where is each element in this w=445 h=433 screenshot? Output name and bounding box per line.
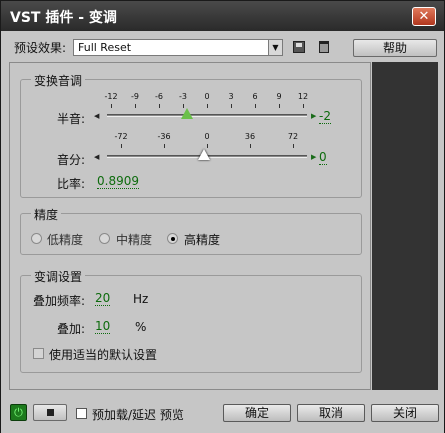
- power-toggle-button[interactable]: ⏻: [10, 404, 27, 421]
- precision-group: 精度 低精度 中精度 高精度: [20, 206, 362, 255]
- semitone-tick-label: 9: [276, 92, 282, 101]
- cents-tick-label: 36: [244, 132, 256, 141]
- semitone-tick-mark: [255, 104, 256, 108]
- power-icon: ⏻: [14, 406, 23, 419]
- splice-frequency-label: 叠加频率:: [33, 294, 86, 308]
- overlap-unit: %: [135, 320, 147, 334]
- semitone-tick-label: 0: [204, 92, 210, 101]
- pitch-settings-group-title: 变调设置: [31, 268, 86, 285]
- cents-tick-mark: [207, 144, 208, 148]
- cents-tick-label: -36: [157, 132, 171, 141]
- chevron-down-icon[interactable]: ▼: [268, 40, 282, 55]
- semitone-tick-label: 3: [228, 92, 234, 101]
- semitone-tick-label: -9: [131, 92, 139, 101]
- ratio-label: 比率:: [57, 177, 86, 191]
- ratio-value[interactable]: 0.8909: [97, 175, 139, 189]
- high-precision-radio[interactable]: [167, 233, 178, 244]
- semitone-tick-label: 6: [252, 92, 258, 101]
- use-default-settings-checkbox[interactable]: [33, 348, 44, 359]
- cents-tick-mark: [250, 144, 251, 148]
- window-title: VST 插件 - 变调: [10, 10, 117, 26]
- cents-tick-label: 72: [287, 132, 299, 141]
- semitone-tick-label: -12: [104, 92, 118, 101]
- close-window-button[interactable]: ✕: [412, 7, 436, 26]
- help-button[interactable]: 帮助: [353, 39, 437, 57]
- title-bar[interactable]: VST 插件 - 变调 ✕: [1, 1, 444, 31]
- vst-plugin-window: VST 插件 - 变调 ✕ 预设效果: Full Reset ▼ 帮助 变换音调…: [0, 0, 445, 433]
- overlap-value[interactable]: 10: [95, 320, 111, 334]
- high-precision-label: 高精度: [184, 233, 221, 247]
- preset-dropdown[interactable]: Full Reset ▼: [73, 39, 283, 56]
- delete-preset-icon[interactable]: [319, 41, 329, 53]
- cents-tick-mark: [164, 144, 165, 148]
- save-preset-icon[interactable]: [293, 41, 305, 53]
- bottom-bar: ⏻ 预加载/延迟 预览 确定 取消 关闭: [1, 399, 444, 433]
- semitone-tick-label: -6: [155, 92, 163, 101]
- pitch-shift-group-title: 变换音调: [31, 72, 86, 89]
- low-precision-label: 低精度: [47, 233, 84, 247]
- side-display-panel: [372, 62, 438, 390]
- stop-preview-button[interactable]: [33, 404, 67, 421]
- semitone-decrease-arrow[interactable]: ◀: [94, 112, 99, 120]
- cents-decrease-arrow[interactable]: ◀: [94, 153, 99, 161]
- splice-frequency-value[interactable]: 20: [95, 292, 111, 306]
- preset-value: Full Reset: [78, 41, 132, 54]
- cents-slider-thumb[interactable]: [198, 149, 210, 160]
- semitone-tick-mark: [111, 104, 112, 108]
- semitone-tick-label: 12: [297, 92, 309, 101]
- preset-toolbar: 预设效果: Full Reset ▼ 帮助: [1, 31, 444, 61]
- cents-tick-label: 0: [204, 132, 210, 141]
- close-button[interactable]: 关闭: [371, 404, 439, 422]
- use-default-settings-label: 使用适当的默认设置: [49, 348, 158, 362]
- semitone-tick-mark: [303, 104, 304, 108]
- splice-frequency-unit: Hz: [133, 292, 149, 306]
- semitone-tick-label: -3: [179, 92, 187, 101]
- cancel-button[interactable]: 取消: [297, 404, 365, 422]
- cents-increase-arrow[interactable]: ▶: [311, 153, 316, 161]
- semitone-label: 半音:: [57, 112, 86, 126]
- medium-precision-label: 中精度: [116, 233, 153, 247]
- preload-checkbox[interactable]: [76, 408, 87, 419]
- ok-button[interactable]: 确定: [223, 404, 291, 422]
- cents-tick-mark: [293, 144, 294, 148]
- cents-tick-mark: [121, 144, 122, 148]
- cents-value[interactable]: 0: [319, 151, 327, 165]
- effect-parameters-panel: 变换音调 半音: -12 -9 -6 -3 0 3 6 9 12 ◀ ▶ -2 音分: -72-…: [9, 62, 371, 390]
- pitch-settings-group: 变调设置 叠加频率: 20 Hz 叠加: 10 % 使用适当的默认设置: [20, 268, 362, 373]
- semitone-slider-thumb[interactable]: [181, 108, 193, 119]
- semitone-tick-mark: [207, 104, 208, 108]
- semitone-tick-mark: [135, 104, 136, 108]
- cents-label: 音分:: [57, 153, 86, 167]
- precision-group-title: 精度: [31, 206, 62, 223]
- close-icon: ✕: [418, 9, 430, 24]
- cents-tick-label: -72: [114, 132, 128, 141]
- semitone-slider-track[interactable]: [107, 114, 307, 117]
- pitch-shift-group: 变换音调 半音: -12 -9 -6 -3 0 3 6 9 12 ◀ ▶ -2 音分: -72-…: [20, 72, 362, 198]
- semitone-tick-mark: [231, 104, 232, 108]
- preload-label: 预加载/延迟 预览: [92, 408, 184, 422]
- semitone-increase-arrow[interactable]: ▶: [311, 112, 316, 120]
- overlap-label: 叠加:: [57, 322, 86, 336]
- preset-label: 预设效果:: [14, 41, 67, 55]
- semitone-tick-mark: [159, 104, 160, 108]
- semitone-tick-mark: [279, 104, 280, 108]
- semitone-value[interactable]: -2: [319, 110, 331, 124]
- low-precision-radio[interactable]: [31, 233, 42, 244]
- medium-precision-radio[interactable]: [99, 233, 110, 244]
